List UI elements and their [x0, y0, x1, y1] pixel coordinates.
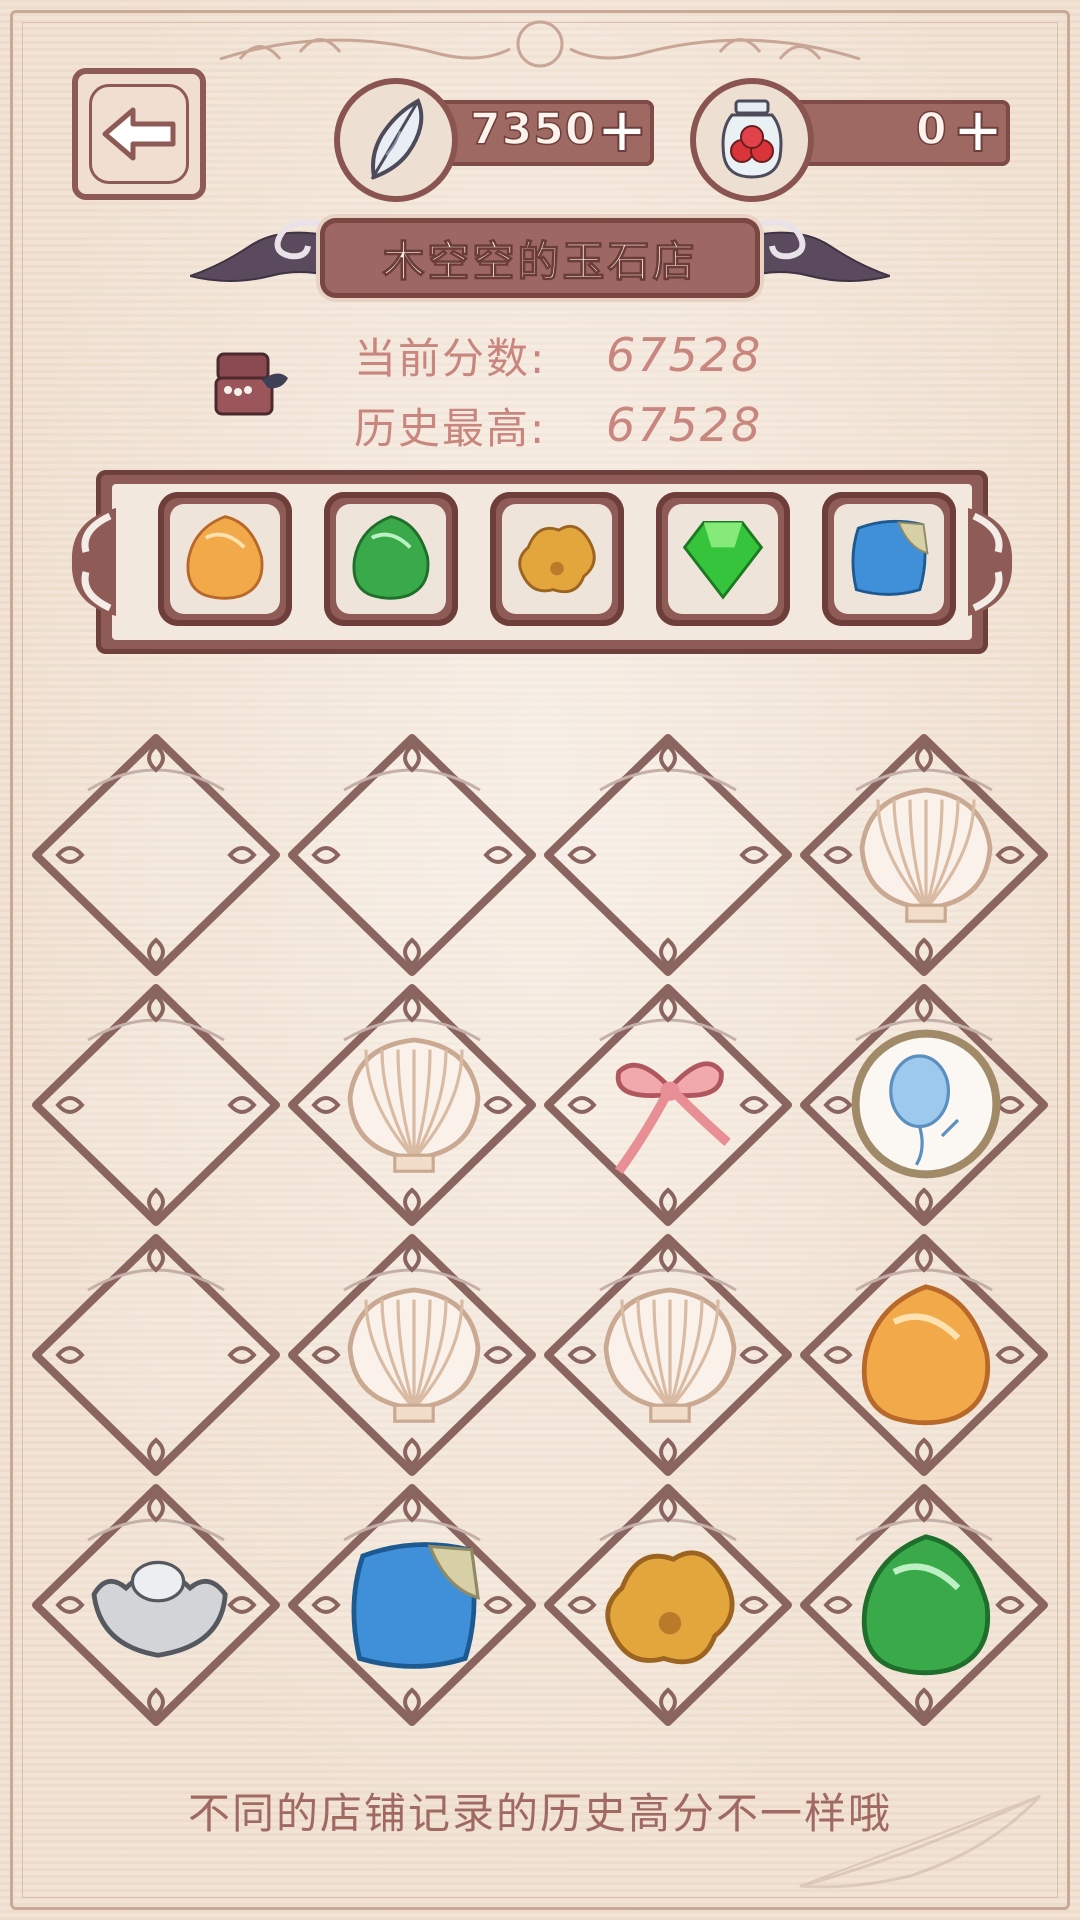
current-score-value: 67528: [606, 328, 763, 382]
board-cell[interactable]: [540, 730, 796, 980]
jade-gem-icon: [343, 509, 439, 609]
shop-banner: 木空空的玉石店: [190, 206, 890, 314]
gold-nugget-icon: [509, 509, 605, 609]
emerald-crystal-icon: [675, 509, 771, 609]
jar-currency: 0 +: [690, 78, 1020, 202]
banner-right-ornament: [749, 219, 890, 282]
feather-icon: [370, 98, 424, 180]
amber-gem-icon: [177, 509, 273, 609]
board-cell[interactable]: [284, 980, 540, 1230]
board-cell[interactable]: [796, 1480, 1052, 1730]
back-button[interactable]: [72, 68, 206, 200]
target-gem-bar: [71, 470, 1013, 654]
target-gem-slot: [490, 492, 624, 626]
board-cell[interactable]: [284, 730, 540, 980]
target-gem-slot: [822, 492, 956, 626]
diamond-frame: [32, 984, 280, 1226]
arrow-left-icon: [102, 107, 176, 161]
target-gem-slot-inner: [668, 504, 778, 614]
jewelry-box-icon: [214, 352, 288, 416]
feather-currency: 7350 +: [334, 78, 664, 202]
feather-decoration: [799, 1794, 1042, 1889]
board-cell[interactable]: [284, 1230, 540, 1480]
gold-nugget-icon[interactable]: [590, 1524, 750, 1688]
board-cell[interactable]: [796, 1230, 1052, 1480]
jar-add-button[interactable]: +: [951, 98, 1005, 162]
target-gem-slot: [158, 492, 292, 626]
back-button-inner: [89, 84, 189, 184]
shell-icon[interactable]: [590, 1274, 750, 1438]
gem-bar-left-ornament: [71, 508, 116, 616]
board-cell[interactable]: [540, 980, 796, 1230]
amber-gem-icon[interactable]: [846, 1274, 1006, 1438]
best-score-value: 67528: [606, 398, 763, 452]
board-cell[interactable]: [796, 980, 1052, 1230]
target-gem-slot: [324, 492, 458, 626]
ribbon-icon[interactable]: [590, 1024, 750, 1188]
target-gem-slot-inner: [834, 504, 944, 614]
board-cell[interactable]: [796, 730, 1052, 980]
banner-left-ornament: [190, 219, 331, 282]
feather-currency-circle: [334, 78, 458, 202]
game-board: [28, 730, 1052, 1740]
current-score-row: 当前分数: 67528: [354, 320, 874, 390]
board-cell[interactable]: [284, 1480, 540, 1730]
shell-icon[interactable]: [334, 1024, 494, 1188]
balloon-token-icon[interactable]: [846, 1024, 1006, 1188]
target-gem-slots: [158, 492, 956, 626]
feather-currency-value: 7350: [469, 103, 597, 156]
jar-currency-circle: [690, 78, 814, 202]
best-score-row: 历史最高: 67528: [354, 390, 874, 460]
feather-add-button[interactable]: +: [595, 98, 649, 162]
shell-icon[interactable]: [334, 1274, 494, 1438]
berry-jar-icon: [721, 99, 783, 179]
score-panel: 当前分数: 67528 历史最高: 67528: [354, 320, 874, 460]
diamond-frame: [32, 1234, 280, 1476]
board-cell[interactable]: [28, 1480, 284, 1730]
silver-ingot-icon[interactable]: [78, 1524, 238, 1688]
target-gem-slot-inner: [502, 504, 612, 614]
board-cell[interactable]: [540, 1230, 796, 1480]
target-gem-slot-inner: [336, 504, 446, 614]
gem-bar-right-ornament: [968, 508, 1013, 616]
jade-gem-icon[interactable]: [846, 1524, 1006, 1688]
sapphire-stone-icon[interactable]: [334, 1524, 494, 1688]
diamond-frame: [544, 734, 792, 976]
shop-title: 木空空的玉石店: [382, 236, 698, 286]
diamond-frame: [32, 734, 280, 976]
jar-currency-value: 0: [915, 103, 948, 156]
current-score-label: 当前分数:: [354, 333, 547, 383]
target-gem-slot: [656, 492, 790, 626]
board-cell[interactable]: [28, 1230, 284, 1480]
shell-icon[interactable]: [846, 774, 1006, 938]
target-gem-slot-inner: [170, 504, 280, 614]
sapphire-stone-icon: [841, 509, 937, 609]
board-cell[interactable]: [28, 980, 284, 1230]
board-cell[interactable]: [28, 730, 284, 980]
best-score-label: 历史最高:: [354, 403, 547, 453]
board-cell[interactable]: [540, 1480, 796, 1730]
shop-title-plate: 木空空的玉石店: [320, 218, 760, 298]
diamond-frame: [288, 734, 536, 976]
top-ornament: [219, 20, 861, 68]
